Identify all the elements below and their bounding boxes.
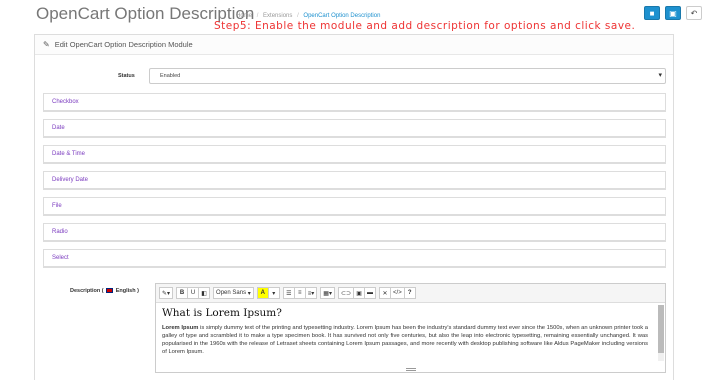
save-and-stay-button[interactable]: ▣ xyxy=(665,6,681,20)
video-icon[interactable]: ▬ xyxy=(364,287,377,299)
module-panel: ✎ Edit OpenCart Option Description Modul… xyxy=(34,34,674,380)
breadcrumb-home[interactable]: Home xyxy=(236,13,252,19)
option-file[interactable]: File xyxy=(43,197,666,216)
paragraph-align-icon[interactable]: ≡▾ xyxy=(304,287,318,299)
option-select[interactable]: Select xyxy=(43,249,666,268)
breadcrumb: Home / Extensions / OpenCart Option Desc… xyxy=(236,13,381,19)
flag-icon xyxy=(106,288,114,294)
chevron-down-icon: ▾ xyxy=(658,72,662,79)
option-list: Checkbox Date Date & Time Delivery Date … xyxy=(43,93,666,275)
option-checkbox[interactable]: Checkbox xyxy=(43,93,666,112)
resize-handle[interactable] xyxy=(405,368,416,371)
breadcrumb-extensions[interactable]: Extensions xyxy=(263,13,292,19)
code-view-icon[interactable]: </> xyxy=(390,287,405,299)
pencil-icon: ✎ xyxy=(43,40,50,49)
status-select[interactable]: Enabled ▾ xyxy=(149,68,666,84)
editor-heading: What is Lorem Ipsum? xyxy=(162,307,282,319)
option-date-time[interactable]: Date & Time xyxy=(43,145,666,164)
breadcrumb-current[interactable]: OpenCart Option Description xyxy=(303,13,380,19)
description-language: English xyxy=(115,288,136,294)
editor-paragraph: Lorem Ipsum is simply dummy text of the … xyxy=(162,324,648,356)
description-label-suffix: ) xyxy=(137,288,139,294)
style-icon[interactable]: ✎▾ xyxy=(159,287,174,299)
description-label: Description ( English ) xyxy=(70,288,139,294)
table-icon[interactable]: ▦▾ xyxy=(320,287,335,299)
header-actions: ■ ▣ ↶ xyxy=(644,6,702,20)
panel-heading: ✎ Edit OpenCart Option Description Modul… xyxy=(35,35,673,55)
option-radio[interactable]: Radio xyxy=(43,223,666,242)
editor-content[interactable]: What is Lorem Ipsum? Lorem Ipsum is simp… xyxy=(160,305,650,367)
description-label-prefix: Description ( xyxy=(70,288,104,294)
editor-scrollbar[interactable] xyxy=(658,305,664,361)
back-button[interactable]: ↶ xyxy=(686,6,702,20)
save-icon: ■ xyxy=(649,8,655,18)
panel-heading-text: Edit OpenCart Option Description Module xyxy=(54,40,193,49)
color-dropdown-icon[interactable]: ▾ xyxy=(267,287,280,299)
rich-text-editor: ✎▾ B U ◧ Open Sans ▾ A ▾ ☰ ≡ ≡▾ ▦▾ ⊂⊃ ▣ … xyxy=(155,283,666,373)
link-icon[interactable]: ⊂⊃ xyxy=(337,287,355,299)
scroll-thumb[interactable] xyxy=(658,305,664,353)
help-icon[interactable]: ? xyxy=(403,287,416,299)
eraser-icon[interactable]: ◧ xyxy=(198,287,211,299)
editor-toolbar: ✎▾ B U ◧ Open Sans ▾ A ▾ ☰ ≡ ≡▾ ▦▾ ⊂⊃ ▣ … xyxy=(156,284,665,303)
font-family-value: Open Sans xyxy=(216,290,247,296)
status-row: Status Enabled ▾ xyxy=(35,67,673,85)
step-instruction: Step5: Enable the module and add descrip… xyxy=(214,20,636,32)
status-label: Status xyxy=(118,73,135,79)
reply-icon: ↶ xyxy=(690,8,698,18)
editor-body-text: is simply dummy text of the printing and… xyxy=(162,325,648,355)
font-family-select[interactable]: Open Sans ▾ xyxy=(213,287,254,299)
option-date[interactable]: Date xyxy=(43,119,666,138)
floppy-icon: ▣ xyxy=(669,8,677,18)
option-delivery-date[interactable]: Delivery Date xyxy=(43,171,666,190)
editor-lead-bold: Lorem Ipsum xyxy=(162,325,199,331)
status-value: Enabled xyxy=(160,73,181,79)
save-button[interactable]: ■ xyxy=(644,6,660,20)
